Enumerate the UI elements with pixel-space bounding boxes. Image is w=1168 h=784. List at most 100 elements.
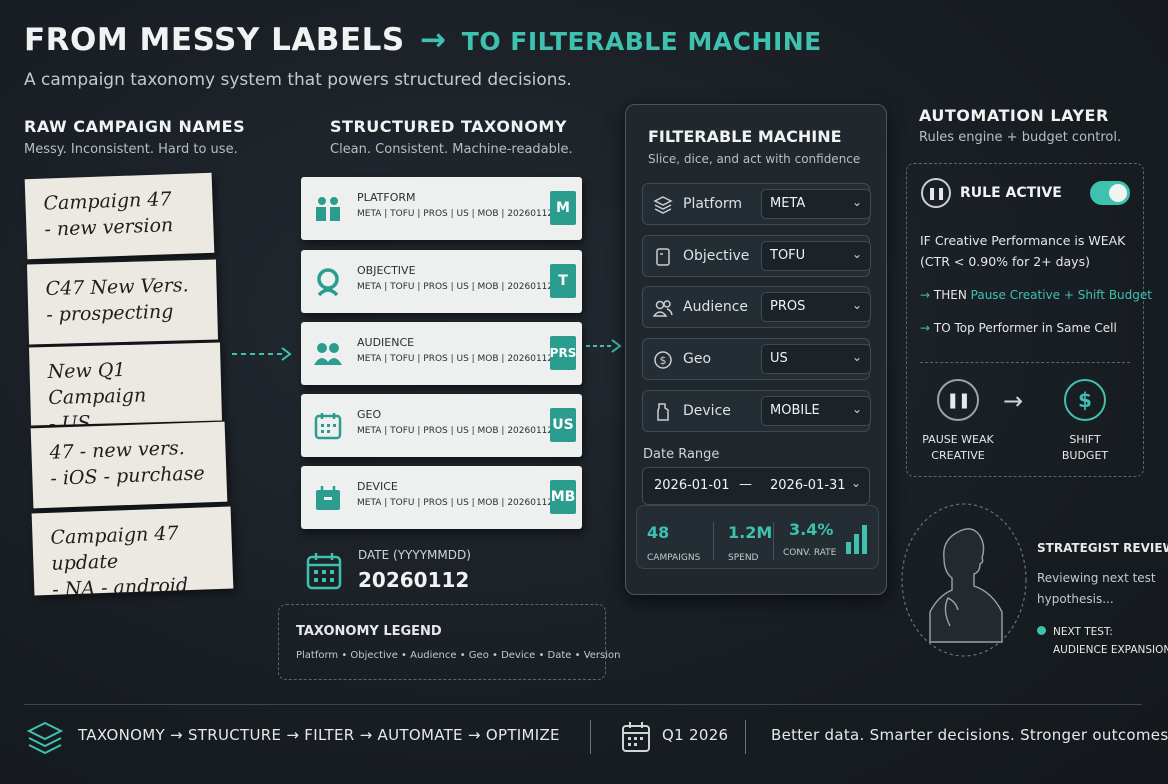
filter-select[interactable]: MOBILE ⌄ — [761, 396, 871, 426]
footer-tagline: Better data. Smarter decisions. Stronger… — [771, 726, 1168, 744]
title-arrow: → — [420, 22, 447, 58]
arrow-icon: → — [920, 288, 931, 302]
shift-budget-label: SHIFT BUDGET — [1035, 432, 1135, 464]
strategist-sub-line: Reviewing next test — [1037, 571, 1156, 585]
filter-platform[interactable]: Platform META ⌄ — [642, 183, 871, 225]
phone-icon — [657, 403, 669, 421]
stats-bar: 48 CAMPAIGNS 1.2M SPEND 3.4% CONV. RATE — [636, 505, 879, 569]
flow-arrow: → — [170, 726, 183, 744]
footer-flow: TAXONOMY → STRUCTURE → FILTER → AUTOMATE… — [78, 726, 560, 744]
date-to: 2026-01-31 — [770, 478, 846, 493]
card-code: META | TOFU | PROS | US | MOB | 20260112… — [357, 354, 574, 364]
sticky-note: Campaign 47 - new version — [24, 172, 215, 260]
filter-audience[interactable]: Audience PROS ⌄ — [642, 286, 871, 328]
filter-select[interactable]: US ⌄ — [761, 344, 871, 374]
taxonomy-card-platform: PLATFORM META | TOFU | PROS | US | MOB |… — [301, 177, 582, 240]
flow-step: FILTER — [304, 726, 355, 744]
next-test: NEXT TEST: AUDIENCE EXPANSION — [1053, 623, 1168, 659]
machine-heading: FILTERABLE MACHINE — [648, 127, 842, 146]
chevron-down-icon: ⌄ — [851, 402, 862, 416]
note-line: New Q1 Campaign — [47, 358, 147, 410]
pause-icon: ❚❚ — [921, 178, 951, 208]
note-line: - prospecting — [46, 300, 174, 326]
card-badge: T — [550, 264, 576, 298]
sticky-note: New Q1 Campaign - US — [29, 342, 222, 435]
stat-value: 1.2M — [728, 523, 773, 542]
filter-label: Audience — [683, 299, 749, 315]
chevron-down-icon: ⌄ — [851, 195, 862, 209]
note-line: C47 New Vers. — [45, 274, 189, 301]
action-label-line: CREATIVE — [931, 449, 985, 462]
action-label-line: BUDGET — [1061, 449, 1109, 462]
card-label: PLATFORM — [357, 191, 416, 204]
date-from: 2026-01-01 — [654, 478, 730, 493]
flow-step: OPTIMIZE — [485, 726, 560, 744]
filter-select[interactable]: PROS ⌄ — [761, 292, 871, 322]
sticky-note: C47 New Vers. - prospecting — [26, 259, 219, 345]
shift-budget-icon: $ — [1064, 379, 1106, 421]
filter-label: Objective — [683, 248, 750, 264]
card-badge: MB — [550, 480, 576, 514]
stat-label: SPEND — [728, 553, 759, 563]
to-text: TO Top Performer in Same Cell — [933, 321, 1117, 335]
taxonomy-legend: TAXONOMY LEGEND Platform • Objective • A… — [278, 604, 620, 680]
date-label: DATE (YYYYMMDD) — [358, 548, 471, 562]
audience-icon — [314, 343, 342, 365]
note-line: Campaign 47 update — [50, 522, 179, 575]
page-subtitle: A campaign taxonomy system that powers s… — [24, 70, 572, 90]
taxonomy-card-audience: AUDIENCE META | TOFU | PROS | US | MOB |… — [301, 322, 582, 385]
divider — [920, 362, 1130, 363]
date-dash: — — [739, 477, 752, 492]
arrow-icon: → — [920, 321, 931, 335]
flow-step: TAXONOMY — [78, 726, 165, 744]
raw-subheading: Messy. Inconsistent. Hard to use. — [24, 142, 238, 157]
taxonomy-card-objective: OBJECTIVE META | TOFU | PROS | US | MOB … — [301, 250, 582, 313]
card-code: META | TOFU | PROS | US | MOB | 20260112… — [357, 426, 574, 436]
date-range-picker[interactable]: 2026-01-01 — 2026-01-31 ⌄ — [642, 467, 870, 505]
footer-quarter: Q1 2026 — [662, 726, 729, 744]
pause-weak-icon: ❚❚ — [937, 379, 979, 421]
filter-device[interactable]: Device MOBILE ⌄ — [642, 390, 871, 432]
flow-arrow-icon — [586, 339, 622, 353]
platform-icon — [316, 197, 340, 221]
calendar-icon — [306, 553, 342, 590]
taxonomy-card-device: DEVICE META | TOFU | PROS | US | MOB | 2… — [301, 466, 582, 529]
date-range-label: Date Range — [643, 447, 720, 462]
stat-divider — [713, 522, 714, 560]
toggle-knob — [1109, 184, 1127, 202]
date-value: 20260112 — [358, 568, 470, 592]
then-action: Pause Creative + Shift Budget — [970, 288, 1152, 302]
card-code: META | TOFU | PROS | US | MOB | 20260112… — [357, 209, 574, 219]
filter-geo[interactable]: $ Geo US ⌄ — [642, 338, 871, 380]
raw-heading: RAW CAMPAIGN NAMES — [24, 117, 246, 136]
flow-arrow: → — [467, 726, 481, 744]
action-label-line: PAUSE WEAK — [922, 433, 994, 446]
sticky-note: 47 - new vers. - iOS - purchase — [30, 421, 228, 509]
flow-arrow: → — [286, 726, 300, 744]
rule-toggle[interactable] — [1090, 181, 1130, 205]
filter-select[interactable]: TOFU ⌄ — [761, 241, 871, 271]
filter-value: META — [770, 196, 806, 211]
layers-icon — [26, 721, 64, 755]
filter-select[interactable]: META ⌄ — [761, 189, 871, 219]
rule-to: → TO Top Performer in Same Cell — [920, 321, 1117, 335]
card-code: META | TOFU | PROS | US | MOB | 20260112… — [357, 498, 574, 508]
strategist-sub-line: hypothesis... — [1037, 592, 1114, 606]
rule-then: → THEN Pause Creative + Shift Budget — [920, 288, 1152, 302]
flow-arrow-icon — [232, 347, 292, 361]
card-label: DEVICE — [357, 480, 398, 493]
target-icon — [317, 268, 339, 297]
taxonomy-subheading: Clean. Consistent. Machine-readable. — [330, 142, 573, 157]
filter-objective[interactable]: Objective TOFU ⌄ — [642, 235, 871, 277]
title-main: FROM MESSY LABELS — [24, 22, 405, 58]
card-label: AUDIENCE — [357, 336, 415, 349]
svg-text:$: $ — [660, 354, 667, 367]
footer-separator — [745, 720, 746, 754]
title-sub: TO FILTERABLE MACHINE — [461, 27, 822, 56]
strategist-sub: Reviewing next test hypothesis... — [1037, 568, 1156, 610]
footer-divider — [24, 704, 1142, 705]
page-title: FROM MESSY LABELS → TO FILTERABLE MACHIN… — [24, 22, 822, 58]
stat-label: CAMPAIGNS — [647, 553, 701, 563]
stat-value: 3.4% — [789, 520, 834, 539]
stat-label: CONV. RATE — [783, 548, 837, 558]
